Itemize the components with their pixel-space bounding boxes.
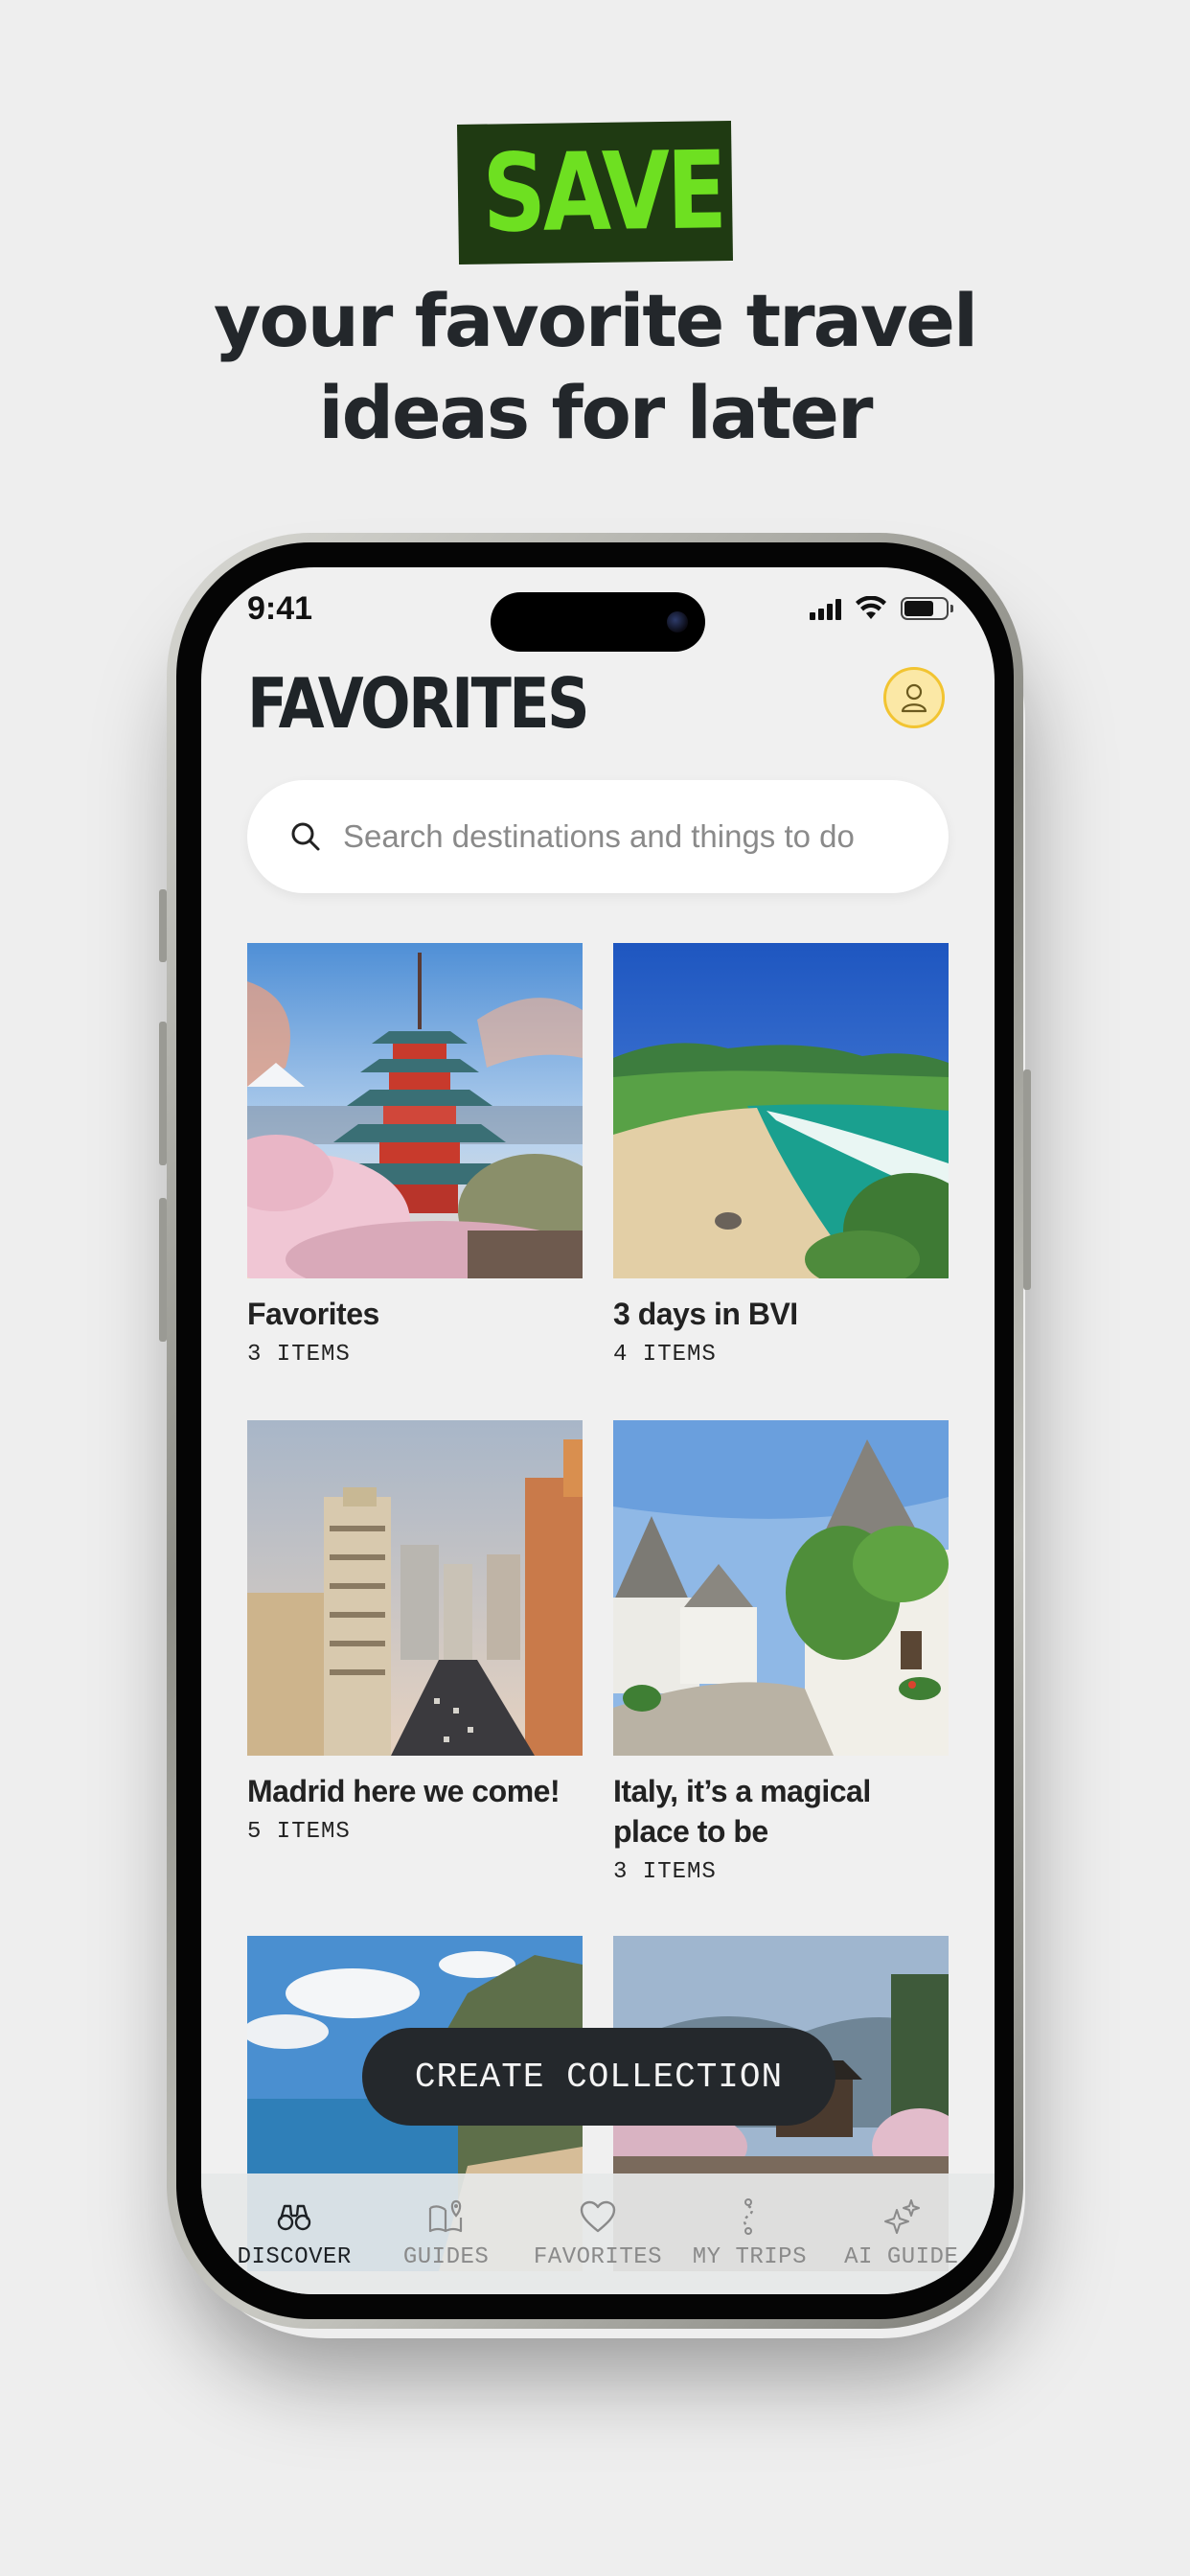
- binoculars-icon: [277, 2204, 311, 2231]
- map-guide-icon: [428, 2199, 462, 2233]
- collection-image-madrid[interactable]: [247, 1420, 583, 1756]
- heart-icon: [580, 2200, 616, 2233]
- collection-image-beach[interactable]: [613, 943, 949, 1278]
- tab-label: MY TRIPS: [692, 2244, 807, 2270]
- tab-ai-guide[interactable]: AI GUIDE: [830, 2174, 973, 2294]
- cellular-signal-icon: [810, 597, 841, 620]
- hero-tagline-line-1: your favorite travel: [214, 278, 978, 363]
- tab-guides[interactable]: GUIDES: [375, 2174, 518, 2294]
- hero-badge: SAVE: [456, 121, 734, 264]
- phone-power-button: [1023, 1070, 1031, 1290]
- wifi-icon: [856, 596, 886, 619]
- collection-card[interactable]: Favorites 3 ITEMS: [247, 943, 583, 1368]
- collection-card[interactable]: Italy, it’s a magical place to be 3 ITEM…: [613, 1420, 949, 1885]
- phone-volume-down-button: [159, 1198, 167, 1342]
- bottom-tab-bar: DISCOVER GUIDES FAVORITES MY TRIPS AI GU…: [201, 2174, 995, 2294]
- hero-badge-text: SAVE: [481, 128, 725, 257]
- dynamic-island: [491, 592, 705, 652]
- sparkles-icon: [883, 2199, 920, 2234]
- search-bar[interactable]: [247, 780, 949, 893]
- phone-action-button: [159, 889, 167, 962]
- battery-icon: [901, 597, 953, 620]
- collection-item-count: 3 ITEMS: [247, 1342, 351, 1368]
- status-icons: [810, 594, 953, 623]
- front-camera: [667, 611, 688, 632]
- search-input[interactable]: [341, 817, 901, 856]
- collection-title: 3 days in BVI: [613, 1297, 798, 1331]
- create-collection-button[interactable]: CREATE COLLECTION: [362, 2028, 835, 2126]
- collection-image-italy[interactable]: [613, 1420, 949, 1756]
- status-time: 9:41: [247, 590, 313, 627]
- phone-screen: 9:41 FAVORITES Search destinations and t…: [201, 567, 995, 2294]
- tab-favorites[interactable]: FAVORITES: [526, 2174, 670, 2294]
- page-title: FAVORITES: [247, 663, 590, 744]
- route-icon: [744, 2198, 754, 2235]
- collection-item-count: 4 ITEMS: [613, 1342, 717, 1368]
- phone-volume-up-button: [159, 1022, 167, 1165]
- collection-card[interactable]: Madrid here we come! 5 ITEMS: [247, 1420, 583, 1845]
- tab-label: AI GUIDE: [844, 2244, 959, 2270]
- collection-title: Madrid here we come!: [247, 1774, 561, 1808]
- collection-card[interactable]: 3 days in BVI 4 ITEMS: [613, 943, 949, 1368]
- hero-tagline-line-2: ideas for later: [318, 370, 874, 455]
- collection-title: Favorites: [247, 1297, 379, 1331]
- search-icon: [291, 822, 320, 851]
- person-icon: [901, 683, 927, 713]
- collection-title: Italy, it’s a magical place to be: [613, 1774, 871, 1849]
- collection-image-pagoda[interactable]: [247, 943, 583, 1278]
- tab-label: DISCOVER: [237, 2244, 352, 2270]
- profile-avatar-button[interactable]: [883, 667, 945, 728]
- tab-my-trips[interactable]: MY TRIPS: [677, 2174, 821, 2294]
- collection-item-count: 3 ITEMS: [613, 1859, 717, 1885]
- tab-label: FAVORITES: [533, 2244, 663, 2270]
- tab-discover[interactable]: DISCOVER: [222, 2174, 366, 2294]
- tab-label: GUIDES: [402, 2244, 490, 2270]
- collection-item-count: 5 ITEMS: [247, 1819, 351, 1845]
